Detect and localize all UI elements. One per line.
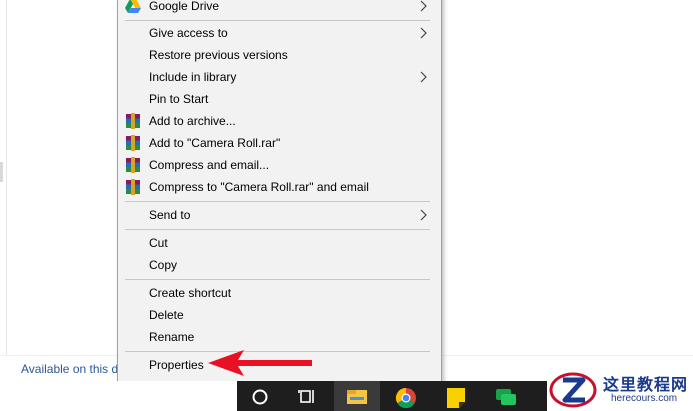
watermark-url: herecours.com <box>611 393 678 404</box>
menu-item-include-in-library[interactable]: Include in library <box>118 66 441 88</box>
taskbar-button-chrome[interactable] <box>383 381 429 411</box>
navigation-pane-scrollbar[interactable] <box>0 162 3 182</box>
menu-item-send-to[interactable]: Send to <box>118 204 441 226</box>
taskbar-button-search[interactable] <box>237 381 283 411</box>
menu-item-pin-to-start[interactable]: Pin to Start <box>118 88 441 110</box>
menu-item-add-to-archive[interactable]: Add to archive... <box>118 110 441 132</box>
menu-item-give-access-to[interactable]: Give access to <box>118 22 441 44</box>
menu-item-create-shortcut[interactable]: Create shortcut <box>118 282 441 304</box>
menu-item-label: Give access to <box>149 26 228 40</box>
winrar-icon <box>126 113 140 129</box>
menu-item-label: Rename <box>149 330 195 344</box>
menu-item-label: Include in library <box>149 70 237 84</box>
menu-separator <box>125 279 430 280</box>
menu-separator <box>125 201 430 202</box>
taskbar-button-file-explorer[interactable] <box>334 381 380 411</box>
chevron-right-icon <box>420 71 427 83</box>
navigation-pane-divider <box>6 0 7 355</box>
red-arrow-annotation-icon <box>208 350 312 376</box>
menu-item-rename[interactable]: Rename <box>118 326 441 348</box>
taskbar-button-task-view[interactable] <box>285 381 331 411</box>
context-menu: Google Drive Give access to Restore prev… <box>117 0 442 382</box>
menu-item-label: Pin to Start <box>149 92 209 106</box>
menu-item-label: Delete <box>149 308 184 322</box>
sticky-notes-icon <box>447 388 465 408</box>
menu-item-google-drive[interactable]: Google Drive <box>118 0 441 17</box>
menu-item-label: Add to archive... <box>149 114 236 128</box>
chat-icon <box>496 389 516 405</box>
chevron-right-icon <box>420 0 427 12</box>
menu-item-add-to-camera-roll-rar[interactable]: Add to "Camera Roll.rar" <box>118 132 441 154</box>
menu-item-label: Send to <box>149 208 191 222</box>
winrar-icon <box>126 179 140 195</box>
menu-item-cut[interactable]: Cut <box>118 232 441 254</box>
menu-item-label: Restore previous versions <box>149 48 288 62</box>
menu-item-restore-previous-versions[interactable]: Restore previous versions <box>118 44 441 66</box>
status-text: Available on this d <box>21 362 119 376</box>
menu-item-compress-and-email[interactable]: Compress and email... <box>118 154 441 176</box>
menu-item-compress-to-camera-roll-rar-and-email[interactable]: Compress to "Camera Roll.rar" and email <box>118 176 441 198</box>
taskbar <box>237 381 547 411</box>
menu-item-label: Compress and email... <box>149 158 270 172</box>
menu-item-label: Create shortcut <box>149 286 232 300</box>
taskbar-button-sticky-notes[interactable] <box>433 381 479 411</box>
menu-separator <box>125 20 430 21</box>
chevron-right-icon <box>420 27 427 39</box>
site-watermark: 这里教程网 herecours.com <box>547 366 693 411</box>
google-drive-icon <box>125 0 141 13</box>
winrar-icon <box>126 157 140 173</box>
herecours-logo-icon <box>549 372 597 408</box>
cortana-search-icon <box>252 389 268 405</box>
winrar-icon <box>126 135 140 151</box>
menu-item-copy[interactable]: Copy <box>118 254 441 276</box>
file-explorer-icon <box>347 390 367 404</box>
menu-item-label: Properties <box>149 358 204 372</box>
taskbar-button-chat[interactable] <box>483 381 529 411</box>
menu-item-label: Cut <box>149 236 168 250</box>
menu-item-delete[interactable]: Delete <box>118 304 441 326</box>
menu-separator <box>125 229 430 230</box>
menu-item-label: Copy <box>149 258 178 272</box>
task-view-icon <box>298 390 314 403</box>
watermark-title: 这里教程网 <box>603 377 689 394</box>
menu-item-label: Add to "Camera Roll.rar" <box>149 136 281 150</box>
menu-item-label: Compress to "Camera Roll.rar" and email <box>149 180 369 194</box>
chrome-icon <box>395 387 416 409</box>
taskbar-left-area <box>0 381 237 411</box>
menu-item-label: Google Drive <box>149 0 220 13</box>
chevron-right-icon <box>420 209 427 221</box>
